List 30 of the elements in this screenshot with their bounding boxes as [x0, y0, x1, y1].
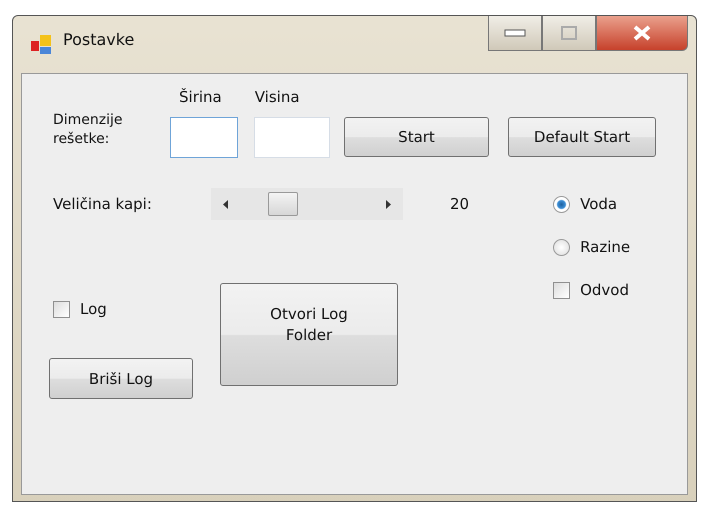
- minimize-icon: [504, 29, 526, 37]
- left-arrow-icon: [223, 200, 228, 208]
- close-button[interactable]: [596, 16, 688, 51]
- default-start-button[interactable]: Default Start: [508, 117, 656, 157]
- maximize-button[interactable]: [542, 16, 596, 51]
- slider-thumb[interactable]: [268, 192, 298, 216]
- option-label: Razine: [580, 238, 630, 256]
- maximize-icon: [561, 26, 577, 40]
- drop-size-label: Veličina kapi:: [53, 195, 153, 213]
- close-icon: [632, 25, 652, 41]
- radio-button[interactable]: [553, 196, 570, 212]
- radio-button[interactable]: [553, 238, 570, 256]
- scroll-slider[interactable]: [211, 188, 403, 220]
- drop-size-value: 20: [450, 195, 470, 213]
- open-log-folder-button[interactable]: Otvori Log Folder: [220, 283, 398, 386]
- height-label: Visina: [254, 88, 300, 106]
- checkbox[interactable]: [53, 300, 70, 318]
- start-button[interactable]: Start: [344, 117, 489, 157]
- grid-size-label: Dimenzije rešetke:: [53, 111, 124, 149]
- width-field[interactable]: [170, 117, 238, 158]
- minimize-button[interactable]: [488, 16, 542, 51]
- right-arrow-icon: [386, 200, 391, 208]
- height-field[interactable]: [254, 117, 330, 158]
- window-title: Postavke: [63, 30, 134, 49]
- clear-log-button[interactable]: Briši Log: [49, 358, 193, 399]
- option-label: Odvod: [580, 281, 629, 299]
- checkbox[interactable]: [553, 282, 570, 298]
- option-label: Voda: [580, 195, 618, 213]
- log-label: Log: [80, 300, 107, 318]
- width-label: Širina: [179, 88, 222, 106]
